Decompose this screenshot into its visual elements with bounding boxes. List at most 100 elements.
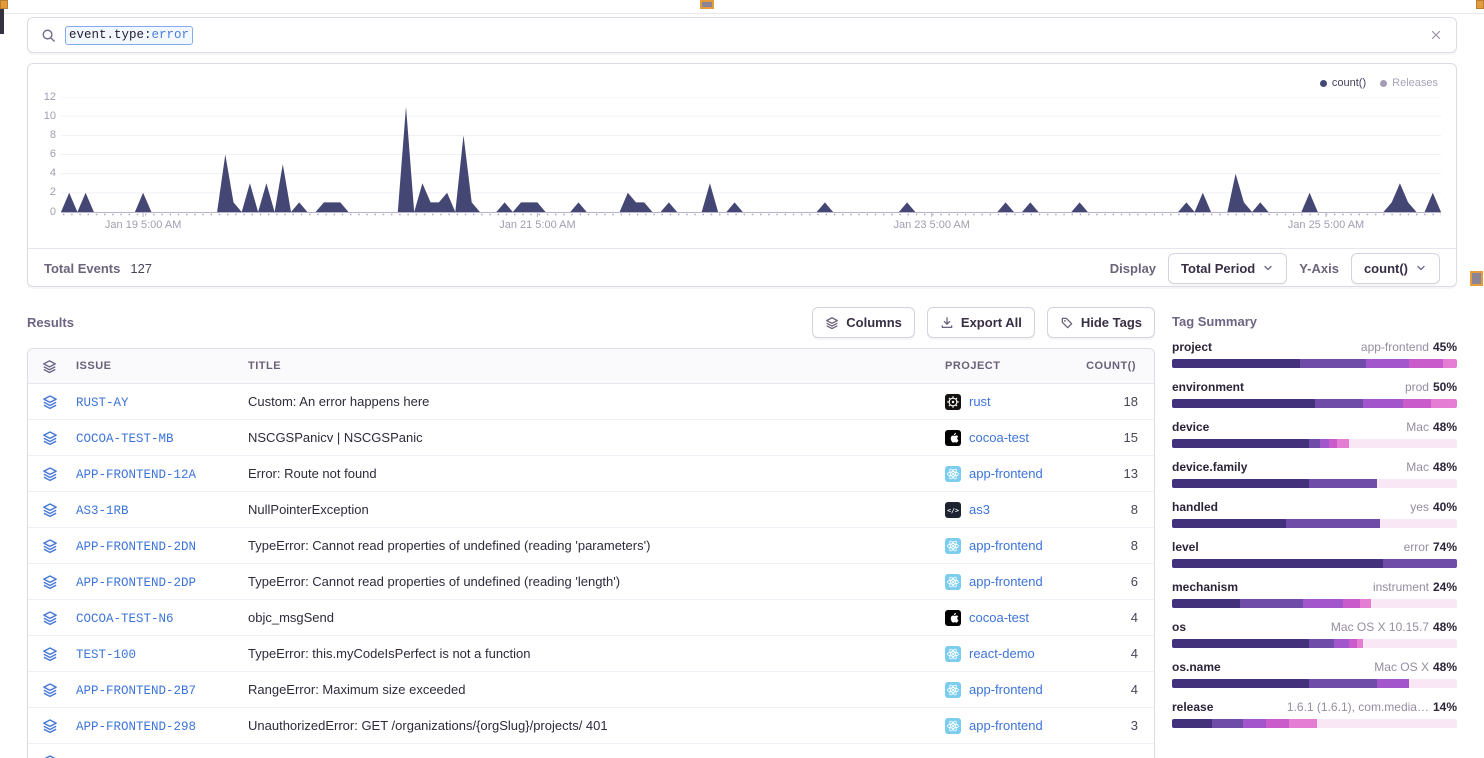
tag-bar-segment[interactable]	[1363, 399, 1403, 408]
project-link[interactable]: cocoa-test	[969, 610, 1029, 625]
tag-bar-segment[interactable]	[1431, 399, 1457, 408]
tag-bar-segment[interactable]	[1172, 719, 1212, 728]
tag-bar-segment[interactable]	[1371, 599, 1457, 608]
tag-distribution-bar[interactable]	[1172, 559, 1457, 568]
tag-bar-segment[interactable]	[1300, 359, 1366, 368]
tag-bar-segment[interactable]	[1303, 599, 1343, 608]
columns-button[interactable]: Columns	[812, 307, 915, 338]
table-row[interactable]: AS3-1RB NullPointerException </> as3 8	[28, 492, 1154, 528]
y-axis-dropdown[interactable]: count()	[1351, 253, 1440, 284]
tag-bar-segment[interactable]	[1409, 679, 1457, 688]
tag-bar-segment[interactable]	[1309, 639, 1335, 648]
project-link[interactable]: cocoa-test	[969, 430, 1029, 445]
tag-bar-segment[interactable]	[1366, 359, 1409, 368]
tag-bar-segment[interactable]	[1172, 599, 1240, 608]
tag-bar-segment[interactable]	[1172, 559, 1383, 568]
project-link[interactable]: app-frontend	[969, 466, 1043, 481]
issue-link[interactable]: TEST-100	[76, 648, 136, 662]
table-row[interactable]: APP-FRONTEND-298 UnauthorizedError: GET …	[28, 708, 1154, 744]
tag-bar-segment[interactable]	[1363, 639, 1457, 648]
project-link[interactable]: as3	[969, 502, 990, 517]
tag-bar-segment[interactable]	[1337, 439, 1348, 448]
tag-bar-segment[interactable]	[1380, 519, 1457, 528]
project-link[interactable]: app-frontend	[969, 574, 1043, 589]
project-link[interactable]: rust	[969, 394, 991, 409]
issue-link[interactable]: COCOA-TEST-MB	[76, 432, 174, 446]
area-chart[interactable]	[61, 97, 1441, 219]
column-header-title[interactable]: TITLE	[248, 360, 945, 372]
tag-bar-segment[interactable]	[1343, 599, 1360, 608]
legend-item-count[interactable]: count()	[1320, 77, 1366, 89]
hide-tags-button[interactable]: Hide Tags	[1047, 307, 1155, 338]
tag-bar-segment[interactable]	[1172, 439, 1309, 448]
tag-bar-segment[interactable]	[1266, 719, 1289, 728]
tag-bar-segment[interactable]	[1403, 399, 1432, 408]
tag-distribution-bar[interactable]	[1172, 359, 1457, 368]
tag-bar-segment[interactable]	[1172, 679, 1309, 688]
tag-distribution-bar[interactable]	[1172, 519, 1457, 528]
tag-bar-segment[interactable]	[1329, 439, 1338, 448]
display-dropdown[interactable]: Total Period	[1168, 253, 1287, 284]
tag-distribution-bar[interactable]	[1172, 639, 1457, 648]
tag-bar-segment[interactable]	[1334, 639, 1348, 648]
tag-distribution-bar[interactable]	[1172, 599, 1457, 608]
tag-bar-segment[interactable]	[1172, 639, 1309, 648]
column-header-issue[interactable]: ISSUE	[76, 360, 248, 372]
project-link[interactable]: app-frontend	[969, 538, 1043, 553]
tag-bar-segment[interactable]	[1320, 439, 1329, 448]
table-row[interactable]: RUST-AY Custom: An error happens here ru…	[28, 384, 1154, 420]
issue-link[interactable]: APP-FRONTEND-298	[76, 720, 196, 734]
tag-bar-segment[interactable]	[1360, 599, 1371, 608]
issue-link[interactable]: AS3-1RB	[76, 504, 129, 518]
tag-bar-segment[interactable]	[1289, 719, 1318, 728]
legend-item-releases[interactable]: Releases	[1380, 77, 1438, 89]
tag-bar-segment[interactable]	[1309, 439, 1320, 448]
search-bar[interactable]: event.type:error	[27, 17, 1457, 53]
tag-bar-segment[interactable]	[1317, 719, 1457, 728]
issue-link[interactable]: COCOA-TEST-N6	[76, 612, 174, 626]
tag-bar-segment[interactable]	[1409, 359, 1443, 368]
tag-bar-segment[interactable]	[1212, 719, 1243, 728]
project-link[interactable]: app-frontend	[969, 718, 1043, 733]
tag-bar-segment[interactable]	[1443, 359, 1457, 368]
tag-bar-segment[interactable]	[1172, 519, 1286, 528]
tag-distribution-bar[interactable]	[1172, 679, 1457, 688]
tag-bar-segment[interactable]	[1349, 439, 1457, 448]
column-header-project[interactable]: PROJECT	[945, 360, 1098, 372]
search-query-token[interactable]: event.type:error	[65, 26, 193, 45]
tag-bar-segment[interactable]	[1377, 479, 1457, 488]
table-row[interactable]: APP-FRONTEND-2DP TypeError: Cannot read …	[28, 564, 1154, 600]
tag-bar-segment[interactable]	[1377, 679, 1408, 688]
table-row[interactable]: TEST-100 TypeError: this.myCodeIsPerfect…	[28, 636, 1154, 672]
issue-link[interactable]: APP-FRONTEND-2B7	[76, 684, 196, 698]
issue-link[interactable]: RUST-AY	[76, 396, 129, 410]
tag-bar-segment[interactable]	[1349, 639, 1358, 648]
tag-distribution-bar[interactable]	[1172, 439, 1457, 448]
table-row[interactable]: APP-FRONTEND-2DN TypeError: Cannot read …	[28, 528, 1154, 564]
column-header-count[interactable]: COUNT()	[1098, 360, 1154, 372]
tag-bar-segment[interactable]	[1172, 399, 1315, 408]
tag-distribution-bar[interactable]	[1172, 479, 1457, 488]
table-row[interactable]: COCOA-TEST-N6 objc_msgSend cocoa-test 4	[28, 600, 1154, 636]
table-row[interactable]: APP-FRONTEND-12A Error: Route not found …	[28, 456, 1154, 492]
issue-link[interactable]: APP-FRONTEND-2DP	[76, 576, 196, 590]
issue-link[interactable]: APP-FRONTEND-12A	[76, 468, 196, 482]
tag-distribution-bar[interactable]	[1172, 399, 1457, 408]
tag-bar-segment[interactable]	[1172, 479, 1309, 488]
issue-link[interactable]: APP-FRONTEND-2DN	[76, 540, 196, 554]
project-link[interactable]: react-demo	[969, 646, 1035, 661]
tag-bar-segment[interactable]	[1383, 559, 1457, 568]
tag-bar-segment[interactable]	[1172, 359, 1300, 368]
tag-bar-segment[interactable]	[1309, 679, 1377, 688]
tag-bar-segment[interactable]	[1309, 479, 1377, 488]
tag-bar-segment[interactable]	[1286, 519, 1380, 528]
project-link[interactable]: app-frontend	[969, 682, 1043, 697]
clear-search-icon[interactable]	[1429, 28, 1443, 42]
tag-bar-segment[interactable]	[1315, 399, 1363, 408]
table-row[interactable]: COCOA-TEST-MB NSCGSPanicv | NSCGSPanic c…	[28, 420, 1154, 456]
export-all-button[interactable]: Export All	[927, 307, 1035, 338]
tag-bar-segment[interactable]	[1243, 719, 1266, 728]
tag-bar-segment[interactable]	[1240, 599, 1303, 608]
table-row[interactable]: APP-FRONTEND-2B7 RangeError: Maximum siz…	[28, 672, 1154, 708]
tag-distribution-bar[interactable]	[1172, 719, 1457, 728]
